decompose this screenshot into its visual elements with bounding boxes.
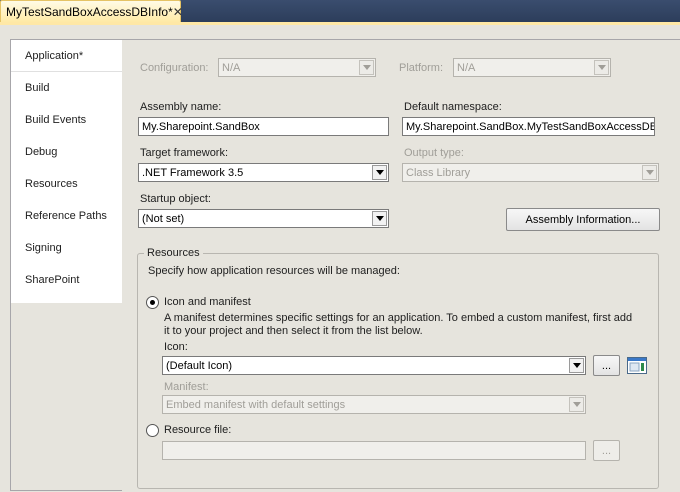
tab-build-label: Build <box>25 82 50 94</box>
assembly-name-label: Assembly name: <box>140 101 222 113</box>
resource-file-input <box>162 441 586 460</box>
startup-object-combo[interactable]: (Not set) <box>138 209 389 228</box>
document-tab[interactable]: MyTestSandBoxAccessDBInfo* ✕ <box>0 0 183 22</box>
resources-group-title: Resources <box>144 247 203 259</box>
tab-build-events-label: Build Events <box>25 114 87 126</box>
default-namespace-input[interactable]: My.Sharepoint.SandBox.MyTestSandBoxAcces… <box>402 117 655 136</box>
tab-sharepoint[interactable]: SharePoint <box>11 264 123 296</box>
icon-combo[interactable]: (Default Icon) <box>162 356 586 375</box>
resources-description: Specify how application resources will b… <box>148 265 400 277</box>
manifest-value: Embed manifest with default settings <box>166 398 346 411</box>
tabs-fill <box>11 303 122 490</box>
output-type-value: Class Library <box>406 166 471 179</box>
platform-combo: N/A <box>453 58 611 77</box>
icon-manifest-help-line-1: A manifest determines specific settings … <box>164 312 633 324</box>
manifest-label: Manifest: <box>164 381 209 393</box>
resource-file-radio[interactable] <box>146 424 159 437</box>
configuration-label: Configuration: <box>140 62 209 74</box>
document-tab-title: MyTestSandBoxAccessDBInfo* <box>6 4 173 19</box>
tab-build[interactable]: Build <box>11 72 123 104</box>
tab-debug[interactable]: Debug <box>11 136 123 168</box>
application-icon-preview <box>627 357 647 374</box>
tab-reference-paths[interactable]: Reference Paths <box>11 200 123 232</box>
icon-manifest-help-line-2: it to your project and then select it fr… <box>164 325 423 337</box>
radio-selected-dot <box>150 300 155 305</box>
tab-build-events[interactable]: Build Events <box>11 104 123 136</box>
platform-label: Platform: <box>399 62 444 74</box>
configuration-value: N/A <box>222 61 241 74</box>
chevron-down-icon[interactable] <box>372 211 387 226</box>
output-type-combo: Class Library <box>402 163 659 182</box>
assembly-name-input[interactable]: My.Sharepoint.SandBox <box>138 117 389 136</box>
assembly-information-button[interactable]: Assembly Information... <box>506 208 660 231</box>
tab-signing-label: Signing <box>25 242 62 254</box>
property-tabs: Application* Build Build Events Debug Re… <box>10 39 123 491</box>
chevron-down-icon[interactable] <box>569 358 584 373</box>
icon-value: (Default Icon) <box>166 359 233 372</box>
chevron-down-icon <box>569 397 584 412</box>
tab-resources-label: Resources <box>25 178 78 190</box>
icon-manifest-label[interactable]: Icon and manifest <box>164 296 251 308</box>
chevron-down-icon[interactable] <box>372 165 387 180</box>
tab-resources[interactable]: Resources <box>11 168 123 200</box>
chevron-down-icon <box>594 60 609 75</box>
tab-signing[interactable]: Signing <box>11 232 123 264</box>
manifest-combo: Embed manifest with default settings <box>162 395 586 414</box>
default-namespace-label: Default namespace: <box>404 101 502 113</box>
tab-reference-paths-label: Reference Paths <box>25 210 107 222</box>
startup-object-label: Startup object: <box>140 193 211 205</box>
close-icon[interactable]: ✕ <box>173 5 183 19</box>
resource-file-browse-button: ... <box>593 440 620 461</box>
target-framework-combo[interactable]: .NET Framework 3.5 <box>138 163 389 182</box>
output-type-label: Output type: <box>404 147 464 159</box>
platform-value: N/A <box>457 61 476 74</box>
configuration-combo: N/A <box>218 58 376 77</box>
tab-application-label: Application* <box>25 49 84 62</box>
target-framework-label: Target framework: <box>140 147 229 159</box>
tab-application[interactable]: Application* <box>11 40 123 72</box>
icon-manifest-radio[interactable] <box>146 296 159 309</box>
chevron-down-icon <box>359 60 374 75</box>
icon-label: Icon: <box>164 341 188 353</box>
tab-debug-label: Debug <box>25 146 58 158</box>
target-framework-value: .NET Framework 3.5 <box>142 166 244 179</box>
window-icon <box>627 357 647 374</box>
chevron-down-icon <box>642 165 657 180</box>
tab-sharepoint-label: SharePoint <box>25 274 80 286</box>
resource-file-label[interactable]: Resource file: <box>164 424 231 436</box>
icon-browse-button[interactable]: ... <box>593 355 620 376</box>
startup-object-value: (Not set) <box>142 212 185 225</box>
